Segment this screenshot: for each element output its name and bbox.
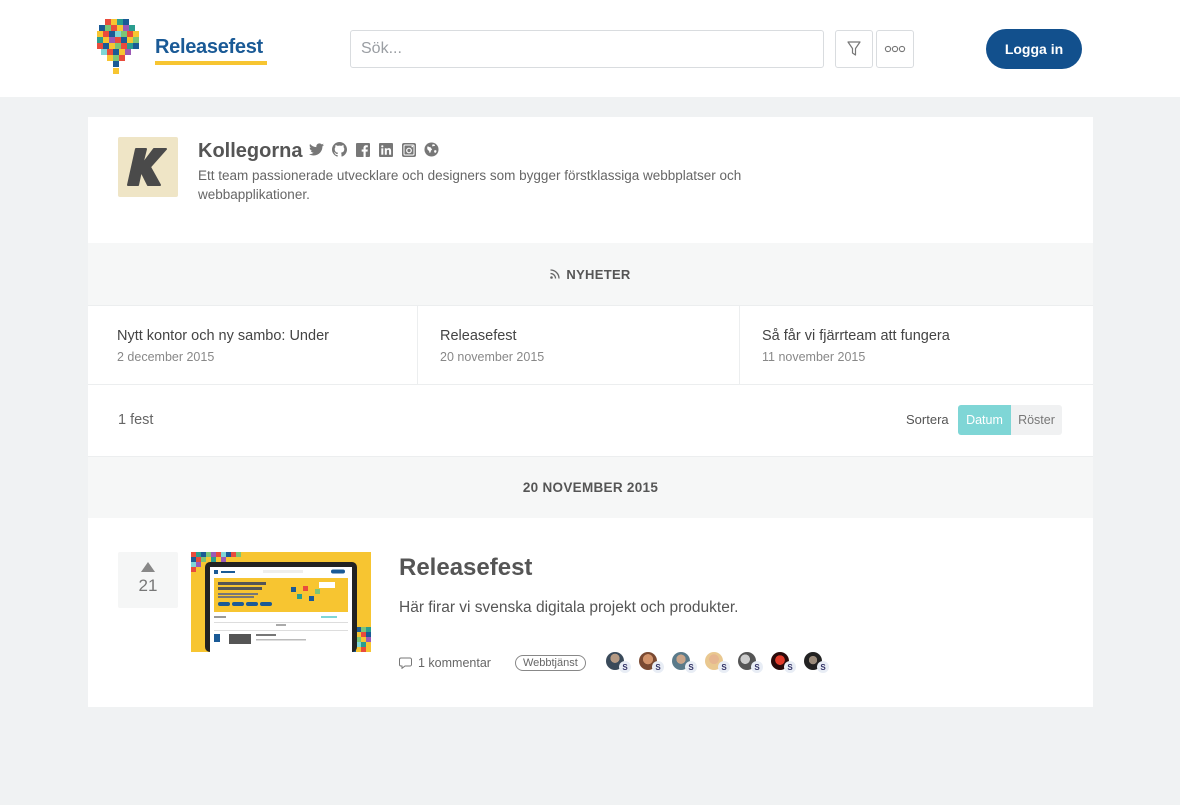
news-item[interactable]: Så får vi fjärrteam att fungera 11 novem…: [740, 306, 1093, 384]
filter-icon: [847, 41, 861, 56]
news-item-title[interactable]: Så får vi fjärrteam att fungera: [762, 328, 1093, 344]
news-item[interactable]: Releasefest 20 november 2015: [418, 306, 740, 384]
voter-badge: S: [751, 661, 763, 673]
news-item-date: 20 november 2015: [440, 350, 545, 364]
search-input[interactable]: [350, 30, 824, 68]
voter-avatar[interactable]: S: [606, 652, 631, 673]
news-item[interactable]: Nytt kontor och ny sambo: Under 2 decemb…: [88, 306, 418, 384]
post-screenshot-image: [191, 552, 371, 652]
post-thumbnail[interactable]: [191, 552, 371, 652]
voter-badge: S: [718, 661, 730, 673]
category-tag[interactable]: Webbtjänst: [514, 655, 586, 671]
news-item-date: 11 november 2015: [762, 350, 866, 364]
upvote-arrow-icon: [141, 562, 155, 572]
organization-description: Ett team passionerade utvecklare och des…: [198, 168, 742, 202]
voter-avatar[interactable]: S: [705, 652, 730, 673]
result-count: 1 fest: [118, 412, 154, 428]
voter-avatar[interactable]: S: [738, 652, 763, 673]
news-heading: NYHETER: [566, 266, 631, 282]
voter-avatar[interactable]: S: [639, 652, 664, 673]
organization-card: Kollegorna Ett team passionerade utveckl…: [88, 117, 1093, 707]
comments-link[interactable]: 1 kommentar: [399, 656, 491, 670]
voter-badge: S: [685, 661, 697, 673]
login-button[interactable]: Logga in: [986, 29, 1082, 69]
voter-avatar[interactable]: S: [672, 652, 697, 673]
post-description: Här firar vi svenska digitala projekt oc…: [399, 599, 739, 616]
listing-toolbar: 1 fest Sortera Datum Röster: [88, 385, 1093, 456]
organization-avatar[interactable]: [118, 137, 178, 197]
filter-button[interactable]: [835, 30, 873, 68]
news-item-title[interactable]: Nytt kontor och ny sambo: Under: [117, 328, 417, 344]
news-header[interactable]: NYHETER: [88, 243, 1093, 305]
voter-badge: S: [619, 661, 631, 673]
organization-name[interactable]: Kollegorna: [198, 140, 302, 163]
voter-badge: S: [817, 661, 829, 673]
voter-badge: S: [784, 661, 796, 673]
brand-underline: [155, 61, 267, 65]
comment-count: 1 kommentar: [418, 656, 491, 670]
more-dots-icon: [884, 45, 906, 53]
facebook-icon[interactable]: [354, 141, 371, 158]
linkedin-icon[interactable]: [377, 141, 394, 158]
top-header: Releasefest Logga in: [0, 0, 1180, 97]
instagram-icon[interactable]: [400, 141, 417, 158]
globe-icon[interactable]: [423, 141, 440, 158]
vote-count: 21: [138, 576, 158, 595]
date-group-header: 20 NOVEMBER 2015: [88, 456, 1093, 518]
sort-toggle: Datum Röster: [958, 405, 1062, 435]
news-list: Nytt kontor och ny sambo: Under 2 decemb…: [88, 305, 1093, 385]
upvote-button[interactable]: 21: [118, 552, 178, 608]
more-options-button[interactable]: [876, 30, 914, 68]
voter-avatars: S S S S S S S: [606, 652, 829, 673]
twitter-icon[interactable]: [308, 141, 325, 158]
news-item-title[interactable]: Releasefest: [440, 328, 739, 344]
social-links: [308, 141, 440, 158]
voter-badge: S: [652, 661, 664, 673]
news-item-date: 2 december 2015: [117, 350, 215, 364]
github-icon[interactable]: [331, 141, 348, 158]
logo-icon[interactable]: [97, 19, 139, 75]
rss-icon: [550, 269, 561, 279]
sort-by-date-button[interactable]: Datum: [958, 405, 1011, 435]
post-meta: 1 kommentar Webbtjänst: [399, 651, 586, 675]
brand-name[interactable]: Releasefest: [155, 36, 263, 59]
organization-logo-icon: [127, 148, 167, 186]
comment-icon: [399, 657, 412, 669]
voter-avatar[interactable]: S: [804, 652, 829, 673]
voter-avatar[interactable]: S: [771, 652, 796, 673]
post-title[interactable]: Releasefest: [399, 554, 532, 582]
sort-by-votes-button[interactable]: Röster: [1011, 405, 1062, 435]
sort-label: Sortera: [906, 412, 949, 427]
